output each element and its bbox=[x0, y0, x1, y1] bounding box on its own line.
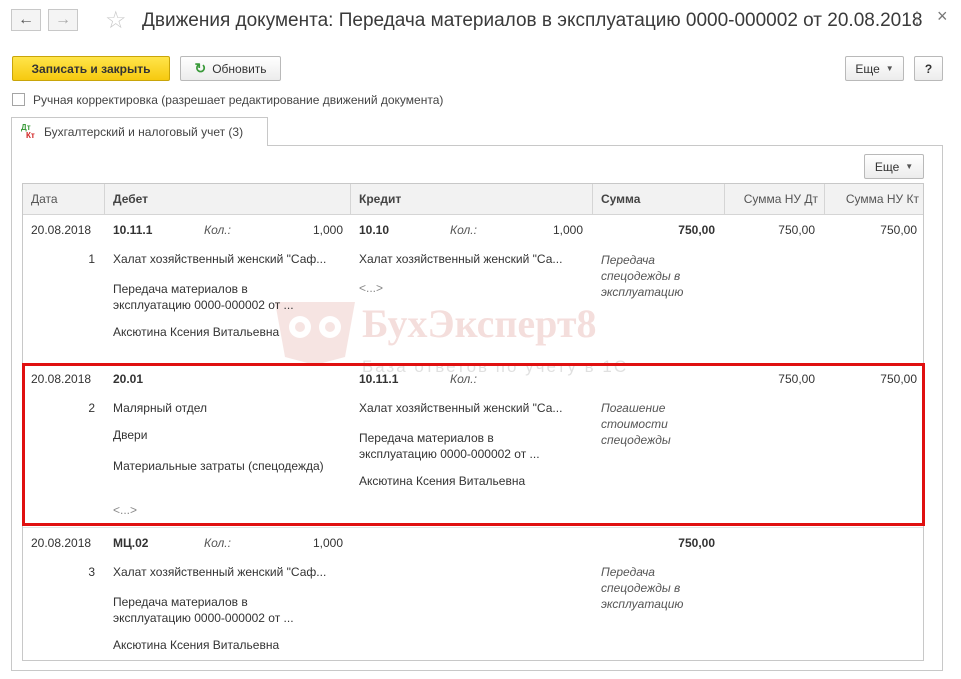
debit-subconto-2: Передача материалов в эксплуатацию 0000-… bbox=[113, 282, 294, 312]
col-nu-kt[interactable]: Сумма НУ Кт bbox=[825, 184, 923, 214]
nu-kt: 750,00 bbox=[880, 223, 917, 237]
debit-subconto-1: Халат хозяйственный женский "Саф... bbox=[113, 252, 327, 266]
debit-subconto-2: Передача материалов в эксплуатацию 0000-… bbox=[113, 595, 294, 625]
debit-subconto-1: Халат хозяйственный женский "Саф... bbox=[113, 565, 327, 579]
credit-qty: 1,000 bbox=[552, 223, 583, 237]
content: Передача спецодежды в эксплуатацию bbox=[601, 565, 684, 611]
amount: 750,00 bbox=[678, 223, 715, 237]
dt-kt-icon: Дт Кт bbox=[21, 123, 35, 140]
help-button[interactable]: ? bbox=[914, 56, 943, 81]
more-vert-icon[interactable]: ⋮ bbox=[909, 8, 925, 28]
manual-edit-checkbox[interactable] bbox=[12, 93, 25, 106]
manual-edit-label: Ручная корректировка (разрешает редактир… bbox=[33, 93, 444, 107]
debit-qty: 1,000 bbox=[312, 223, 343, 237]
save-and-close-button[interactable]: Записать и закрыть bbox=[12, 56, 170, 81]
row-date: 20.08.2018 bbox=[31, 536, 92, 550]
nu-dt: 750,00 bbox=[778, 223, 815, 237]
help-label: ? bbox=[924, 61, 933, 76]
close-icon[interactable]: × bbox=[937, 6, 948, 27]
refresh-button[interactable]: ↻ Обновить bbox=[180, 56, 281, 81]
col-debit[interactable]: Дебет bbox=[105, 184, 351, 214]
dropdown-arrow-icon: ▼ bbox=[905, 162, 914, 171]
save-and-close-label: Записать и закрыть bbox=[31, 61, 151, 76]
more-button[interactable]: Еще ▼ bbox=[845, 56, 904, 81]
favorite-star-icon[interactable]: ☆ bbox=[105, 6, 127, 35]
dropdown-arrow-icon: ▼ bbox=[885, 64, 894, 73]
refresh-label: Обновить bbox=[212, 61, 267, 76]
row-number: 1 bbox=[88, 252, 95, 266]
debit-subconto-3: Аксютина Ксения Витальевна bbox=[113, 638, 280, 652]
debit-qty-label: Кол.: bbox=[204, 223, 231, 237]
more-label: Еще bbox=[855, 61, 880, 76]
row-divider bbox=[23, 527, 923, 528]
credit-qty-label: Кол.: bbox=[450, 223, 477, 237]
arrow-right-icon: → bbox=[55, 11, 71, 28]
col-date[interactable]: Дата bbox=[23, 184, 105, 214]
row-number: 3 bbox=[88, 565, 95, 579]
tab-accounting[interactable]: Дт Кт Бухгалтерский и налоговый учет (3) bbox=[11, 117, 268, 146]
debit-account: МЦ.02 bbox=[113, 536, 149, 550]
refresh-icon: ↻ bbox=[194, 60, 207, 76]
row-date: 20.08.2018 bbox=[31, 223, 92, 237]
credit-account: 10.10 bbox=[359, 223, 390, 237]
credit-subconto-2: <...> bbox=[359, 281, 384, 295]
debit-subconto-3: Аксютина Ксения Витальевна bbox=[113, 325, 280, 339]
highlight-frame bbox=[22, 363, 925, 526]
forward-button[interactable]: → bbox=[48, 9, 78, 31]
table-header: Дата Дебет Кредит Сумма Сумма НУ Дт Сумм… bbox=[23, 184, 923, 215]
arrow-left-icon: ← bbox=[18, 11, 34, 28]
debit-account: 10.11.1 bbox=[113, 223, 153, 237]
grid-more-button[interactable]: Еще ▼ bbox=[864, 154, 924, 179]
window-title: Движения документа: Передача материалов … bbox=[142, 10, 923, 31]
col-nu-dt[interactable]: Сумма НУ Дт bbox=[725, 184, 825, 214]
debit-qty-label: Кол.: bbox=[204, 536, 231, 550]
grid-more-label: Еще bbox=[874, 159, 900, 174]
col-amount[interactable]: Сумма bbox=[593, 184, 725, 214]
col-credit[interactable]: Кредит bbox=[351, 184, 593, 214]
credit-subconto-1: Халат хозяйственный женский "Са... bbox=[359, 252, 563, 266]
amount: 750,00 bbox=[678, 536, 715, 550]
debit-qty: 1,000 bbox=[312, 536, 343, 550]
content: Передача спецодежды в эксплуатацию bbox=[601, 253, 684, 299]
tab-label: Бухгалтерский и налоговый учет (3) bbox=[44, 125, 244, 139]
back-button[interactable]: ← bbox=[11, 9, 41, 31]
